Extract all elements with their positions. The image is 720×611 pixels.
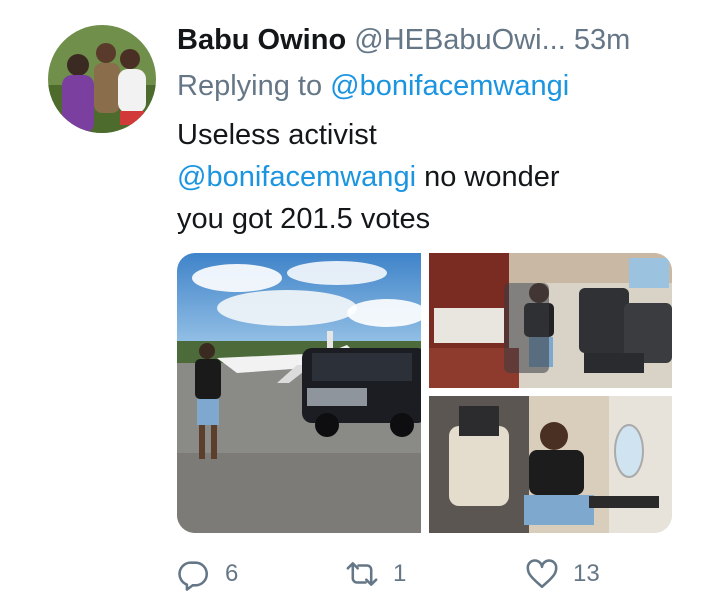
avatar-photo xyxy=(48,25,156,133)
photo-jet-interior-1-image xyxy=(429,253,672,388)
photo-jet-interior-1[interactable] xyxy=(429,253,672,388)
author-handle[interactable]: @HEBabuOwi... xyxy=(354,24,566,56)
timestamp[interactable]: 53m xyxy=(574,24,630,56)
photo-jet-interior-2[interactable] xyxy=(429,396,672,533)
tweet-text-line: Useless activist xyxy=(177,119,377,151)
retweet-count: 1 xyxy=(393,560,407,587)
tweet-text-fragment: no wonder xyxy=(416,161,560,193)
replying-prefix: Replying to xyxy=(177,70,323,102)
tweet-header: Babu Owino @HEBabuOwi... 53m xyxy=(177,20,630,60)
photo-jet-and-suv[interactable] xyxy=(177,253,421,533)
mention-link[interactable]: @bonifacemwangi xyxy=(177,161,416,193)
tweet-text-line: you got 201.5 votes xyxy=(177,203,431,235)
reply-button[interactable]: 6 xyxy=(177,552,238,596)
tweet-actions: 6 1 13 xyxy=(177,552,677,596)
like-count: 13 xyxy=(573,560,600,587)
retweet-icon xyxy=(346,562,378,586)
like-button[interactable]: 13 xyxy=(525,552,600,596)
media-grid xyxy=(177,253,672,533)
author-avatar[interactable] xyxy=(48,25,156,133)
photo-jet-interior-2-image xyxy=(429,396,672,533)
heart-icon xyxy=(526,559,558,589)
reply-icon xyxy=(178,561,208,591)
reply-count: 6 xyxy=(225,560,239,587)
replying-to: Replying to @bonifacemwangi xyxy=(177,66,569,106)
tweet-text: Useless activist @bonifacemwangi no wond… xyxy=(177,114,647,240)
author-name[interactable]: Babu Owino xyxy=(177,24,346,56)
retweet-button[interactable]: 1 xyxy=(345,552,406,596)
tweet-text-line: @bonifacemwangi no wonder xyxy=(177,156,647,198)
photo-jet-and-suv-image xyxy=(177,253,421,533)
replying-handle-link[interactable]: @bonifacemwangi xyxy=(330,70,569,102)
